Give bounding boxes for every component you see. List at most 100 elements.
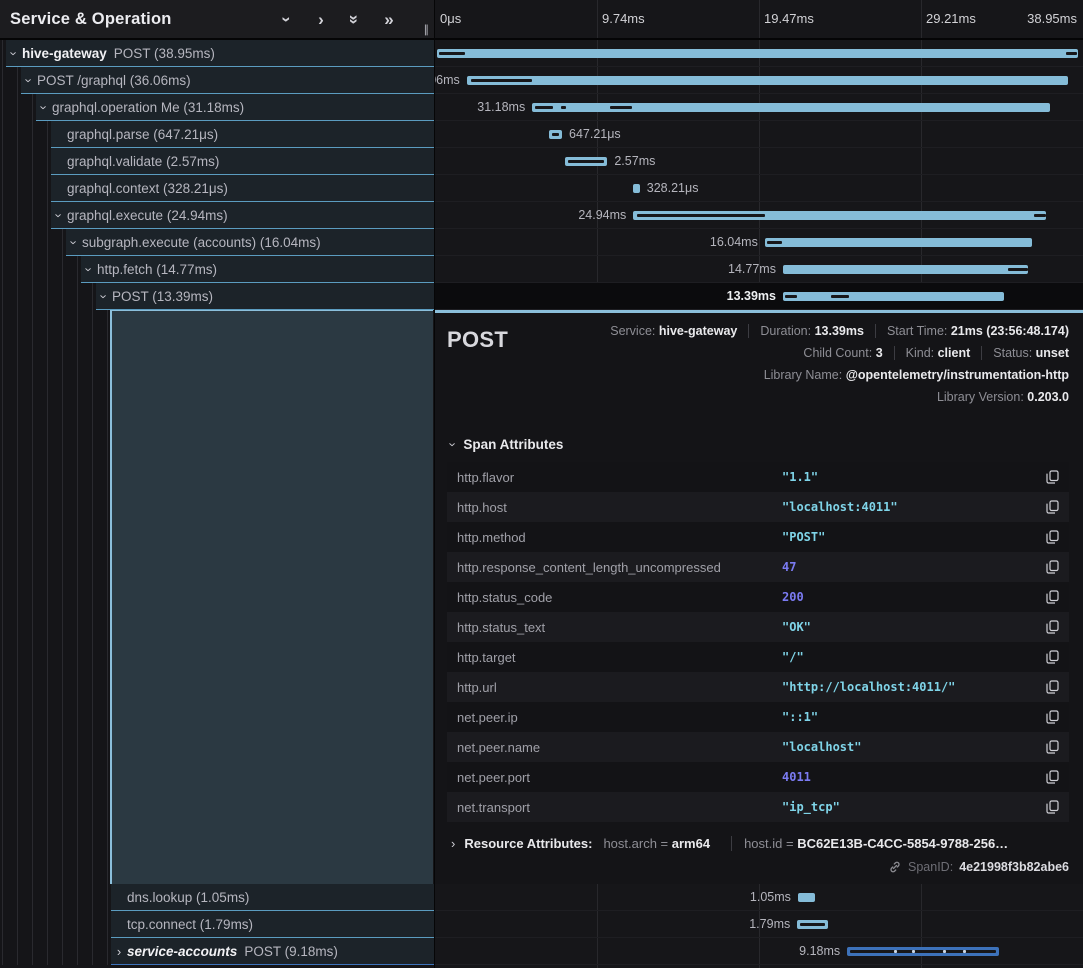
copy-icon[interactable] — [1041, 620, 1059, 634]
resource-attributes-row[interactable]: ›Resource Attributes:host.arch = arm64ho… — [451, 836, 1069, 851]
span-tree-row[interactable]: graphql.parse (647.21μs) — [0, 121, 434, 148]
span-duration-bar[interactable] — [633, 184, 639, 193]
attribute-key: http.response_content_length_uncompresse… — [457, 560, 782, 575]
span-tree-row[interactable]: tcp.connect (1.79ms) — [0, 911, 434, 938]
timeline-span-row[interactable]: 13.39ms — [435, 283, 1083, 310]
operation-name: http.fetch (14.77ms) — [97, 262, 217, 277]
double-chevron-down-icon[interactable]: » — [344, 8, 366, 30]
ruler-tick-label: 9.74ms — [602, 11, 645, 26]
timeline-span-row[interactable]: 328.21μs — [435, 175, 1083, 202]
copy-icon[interactable] — [1041, 560, 1059, 574]
timeline-span-row[interactable]: 1.05ms — [435, 884, 1083, 911]
chevron-down-icon[interactable]: › — [51, 208, 67, 223]
span-tree-row[interactable]: ›graphql.execute (24.94ms) — [0, 202, 434, 229]
ruler-tick-label: 19.47ms — [764, 11, 814, 26]
span-tree-row[interactable]: ›service-accountsPOST (9.18ms) — [0, 938, 434, 965]
chevron-right-icon[interactable]: › — [111, 944, 127, 959]
copy-icon[interactable] — [1041, 740, 1059, 754]
child-span-segment — [561, 106, 566, 109]
indent-guides — [0, 94, 36, 121]
span-tree-row[interactable]: ›subgraph.execute (accounts) (16.04ms) — [0, 229, 434, 256]
copy-icon[interactable] — [1041, 680, 1059, 694]
timeline-span-row[interactable]: 14.77ms — [435, 256, 1083, 283]
span-duration-bar[interactable] — [783, 265, 1028, 274]
attribute-row: http.flavor"1.1" — [447, 462, 1069, 492]
timeline-span-row[interactable]: 16.04ms — [435, 229, 1083, 256]
link-icon[interactable] — [888, 860, 902, 874]
copy-icon[interactable] — [1041, 800, 1059, 814]
span-tree-row[interactable]: ›http.fetch (14.77ms) — [0, 256, 434, 283]
overview-field: Child Count: 3 — [803, 346, 882, 360]
operation-name: POST (9.18ms) — [244, 944, 338, 959]
operation-name: graphql.validate (2.57ms) — [67, 154, 219, 169]
chevron-down-icon[interactable]: › — [276, 8, 298, 30]
copy-icon[interactable] — [1041, 710, 1059, 724]
splitter-handle[interactable]: ∥ — [424, 23, 431, 36]
chevron-down-icon[interactable]: › — [21, 73, 37, 88]
span-tree-row[interactable]: ›POST (13.39ms) — [0, 283, 434, 310]
timeline-span-row[interactable]: 36.06ms — [435, 67, 1083, 94]
indent-guides — [0, 229, 66, 256]
attribute-value: 47 — [782, 560, 1041, 574]
copy-icon[interactable] — [1041, 500, 1059, 514]
copy-icon[interactable] — [1041, 590, 1059, 604]
indent-guides — [0, 175, 51, 202]
span-duration-bar[interactable] — [765, 238, 1032, 247]
attribute-value: "POST" — [782, 530, 1041, 544]
chevron-down-icon[interactable]: › — [96, 289, 112, 304]
span-row-body[interactable]: ›service-accountsPOST (9.18ms) — [111, 938, 434, 965]
chevron-right-icon[interactable]: › — [310, 8, 332, 30]
double-chevron-right-icon[interactable]: » — [378, 8, 400, 30]
span-row-body[interactable]: ›http.fetch (14.77ms) — [81, 256, 434, 283]
timeline-span-row[interactable]: 9.18ms — [435, 938, 1083, 965]
copy-icon[interactable] — [1041, 470, 1059, 484]
copy-icon[interactable] — [1041, 650, 1059, 664]
attribute-key: http.status_text — [457, 620, 782, 635]
span-row-body[interactable]: tcp.connect (1.79ms) — [111, 911, 434, 938]
attribute-value: "::1" — [782, 710, 1041, 724]
child-span-segment — [439, 52, 465, 55]
span-tree-row[interactable]: ›POST /graphql (36.06ms) — [0, 67, 434, 94]
span-duration-bar[interactable] — [437, 49, 1079, 58]
span-row-body[interactable]: ›subgraph.execute (accounts) (16.04ms) — [66, 229, 434, 256]
span-tree-row[interactable]: graphql.validate (2.57ms) — [0, 148, 434, 175]
span-tree-row[interactable]: dns.lookup (1.05ms) — [0, 884, 434, 911]
timeline-span-row[interactable]: 24.94ms — [435, 202, 1083, 229]
span-duration-label: 647.21μs — [569, 127, 621, 141]
chevron-down-icon[interactable]: › — [66, 235, 82, 250]
child-span-segment — [1034, 214, 1046, 217]
span-duration-label: 31.18ms — [477, 100, 525, 114]
span-row-body[interactable]: ›graphql.operation Me (31.18ms) — [36, 94, 434, 121]
span-tree-row[interactable]: graphql.context (328.21μs) — [0, 175, 434, 202]
span-duration-label: 1.05ms — [750, 890, 791, 904]
timeline-span-row[interactable] — [435, 40, 1083, 67]
span-tree-row[interactable]: ›hive-gatewayPOST (38.95ms) — [0, 40, 434, 67]
timeline-span-row[interactable]: 1.79ms — [435, 911, 1083, 938]
span-tree-row[interactable]: ›graphql.operation Me (31.18ms) — [0, 94, 434, 121]
attribute-value: "localhost" — [782, 740, 1041, 754]
attribute-key: http.flavor — [457, 470, 782, 485]
chevron-down-icon[interactable]: › — [6, 46, 22, 61]
span-row-body[interactable]: graphql.context (328.21μs) — [51, 175, 434, 202]
span-duration-bar[interactable] — [798, 893, 815, 902]
copy-icon[interactable] — [1041, 530, 1059, 544]
span-row-body[interactable]: ›graphql.execute (24.94ms) — [51, 202, 434, 229]
span-row-body[interactable]: graphql.parse (647.21μs) — [51, 121, 434, 148]
chevron-down-icon[interactable]: › — [81, 262, 97, 277]
span-row-body[interactable]: ›hive-gatewayPOST (38.95ms) — [6, 40, 434, 67]
span-row-body[interactable]: ›POST /graphql (36.06ms) — [21, 67, 434, 94]
span-duration-bar[interactable] — [783, 292, 1004, 301]
chevron-down-icon[interactable]: › — [36, 100, 52, 115]
timeline-span-row[interactable]: 647.21μs — [435, 121, 1083, 148]
span-row-body[interactable]: graphql.validate (2.57ms) — [51, 148, 434, 175]
span-duration-bar[interactable] — [467, 76, 1068, 85]
span-tree: ›hive-gatewayPOST (38.95ms)›POST /graphq… — [0, 40, 434, 968]
timeline-span-row[interactable]: 31.18ms — [435, 94, 1083, 121]
copy-icon[interactable] — [1041, 770, 1059, 784]
tree-header: Service & Operation ››»» ∥ — [0, 0, 434, 40]
timeline-span-row[interactable]: 2.57ms — [435, 148, 1083, 175]
span-attributes-section-toggle[interactable]: › Span Attributes — [451, 437, 1069, 452]
span-row-body[interactable]: ›POST (13.39ms) — [96, 283, 434, 310]
span-row-body[interactable]: dns.lookup (1.05ms) — [111, 884, 434, 911]
span-id-value: 4e21998f3b82abe6 — [959, 860, 1069, 874]
